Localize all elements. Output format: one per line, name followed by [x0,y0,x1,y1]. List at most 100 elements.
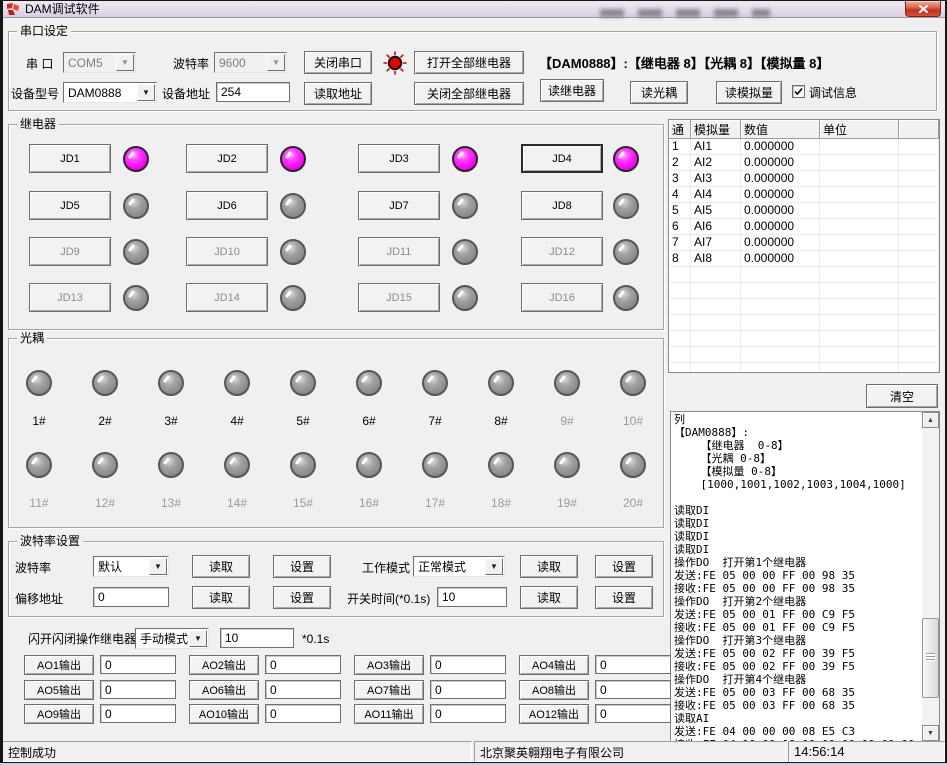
baudrate-select[interactable]: 默认 ▼ [93,556,169,577]
relay-button-jd9[interactable]: JD9 [29,237,111,266]
read-opto-button[interactable]: 读光耦 [630,81,688,104]
ao-output-field-3[interactable]: 0 [430,655,506,674]
table-row[interactable]: 2AI20.000000 [669,155,939,171]
relay-button-jd3[interactable]: JD3 [358,144,440,173]
table-cell [741,267,820,283]
ao-output-field-6[interactable]: 0 [265,680,341,699]
scroll-up-icon[interactable]: ▲ [922,412,939,428]
device-summary: 【DAM0888】:【继电器 8】【光耦 8】【模拟量 8】 [539,57,829,71]
scrollbar-thumb[interactable] [922,618,939,698]
chevron-down-icon: ▼ [267,54,285,71]
scroll-down-icon[interactable]: ▼ [922,725,939,741]
switch-time-label: 开关时间(*0.1s) [347,592,430,606]
table-row[interactable]: 6AI60.000000 [669,219,939,235]
table-row[interactable]: 3AI30.000000 [669,171,939,187]
open-all-relays-button[interactable]: 打开全部继电器 [414,51,524,74]
ao-output-field-10[interactable]: 0 [265,704,341,723]
workmode-read-button[interactable]: 读取 [520,555,578,578]
ao-output-button-9[interactable]: AO9输出 [24,704,94,724]
relay-button-jd13[interactable]: JD13 [29,283,111,312]
table-cell [669,283,691,299]
ao-output-button-12[interactable]: AO12输出 [519,704,589,724]
baudrate-read-button[interactable]: 读取 [192,555,250,578]
ao-output-field-2[interactable]: 0 [265,655,341,674]
table-row[interactable]: 7AI70.000000 [669,235,939,251]
flash-time-field[interactable]: 10 [220,628,294,648]
device-addr-field[interactable]: 254 [216,82,290,102]
relay-button-jd12[interactable]: JD12 [521,237,603,266]
offset-set-button[interactable]: 设置 [273,586,331,609]
ao-output-field-12[interactable]: 0 [595,704,671,723]
table-row[interactable]: 4AI40.000000 [669,187,939,203]
relay-button-jd11[interactable]: JD11 [358,237,440,266]
relay-button-jd7[interactable]: JD7 [358,191,440,220]
relay-button-jd5[interactable]: JD5 [29,191,111,220]
ao-output-button-2[interactable]: AO2输出 [189,655,259,675]
table-row[interactable]: 5AI50.000000 [669,203,939,219]
offset-addr-field[interactable]: 0 [93,587,169,607]
flash-mode-select[interactable]: 手动模式 ▼ [135,628,209,649]
ao-output-button-8[interactable]: AO8输出 [519,680,589,700]
ao-output-field-9[interactable]: 0 [100,704,176,723]
relay-button-jd6[interactable]: JD6 [186,191,268,220]
relay-button-jd16[interactable]: JD16 [521,283,603,312]
switch-time-read-button[interactable]: 读取 [520,586,578,609]
opto-indicator-14 [224,452,250,478]
table-cell [669,299,691,315]
ao-output-button-3[interactable]: AO3输出 [354,655,424,675]
relay-button-jd4[interactable]: JD4 [521,144,603,173]
offset-read-button[interactable]: 读取 [192,586,250,609]
ao-output-field-4[interactable]: 0 [595,655,671,674]
close-button[interactable] [905,1,941,17]
ao-output-field-7[interactable]: 0 [430,680,506,699]
table-cell: AI3 [691,171,741,187]
baud-select[interactable]: 9600 ▼ [214,52,287,73]
relay-indicator-jd16 [613,285,639,311]
relay-indicator-jd3 [452,146,478,172]
read-analog-button[interactable]: 读模拟量 [716,81,782,104]
analog-column-header[interactable]: 通 [669,120,691,139]
clear-log-button[interactable]: 清空 [866,384,938,408]
ao-output-button-10[interactable]: AO10输出 [189,704,259,724]
relay-button-jd2[interactable]: JD2 [186,144,268,173]
log-scrollbar[interactable]: ▲ ▼ [922,412,939,741]
relay-button-jd15[interactable]: JD15 [358,283,440,312]
model-select[interactable]: DAM0888 ▼ [63,82,157,103]
ao-output-button-6[interactable]: AO6输出 [189,680,259,700]
opto-indicator-12 [92,452,118,478]
ao-output-button-5[interactable]: AO5输出 [24,680,94,700]
read-relay-button[interactable]: 读继电器 [540,79,604,102]
ao-output-field-1[interactable]: 0 [100,655,176,674]
opto-label-17: 17# [415,496,455,510]
relay-button-jd8[interactable]: JD8 [521,191,603,220]
opto-indicator-16 [356,452,382,478]
analog-column-header[interactable]: 模拟量 [691,120,741,139]
analog-column-header[interactable] [899,120,939,139]
debug-info-checkbox[interactable] [792,85,805,98]
baudrate-set-button[interactable]: 设置 [273,555,331,578]
ao-output-button-4[interactable]: AO4输出 [519,655,589,675]
relay-button-jd10[interactable]: JD10 [186,237,268,266]
ao-output-field-5[interactable]: 0 [100,680,176,699]
port-select[interactable]: COM5 ▼ [63,52,136,73]
ao-output-field-8[interactable]: 0 [595,680,671,699]
table-row-empty [669,347,939,363]
table-row[interactable]: 8AI80.000000 [669,251,939,267]
relay-button-jd1[interactable]: JD1 [29,144,111,173]
workmode-set-button[interactable]: 设置 [595,555,653,578]
ao-output-button-1[interactable]: AO1输出 [24,655,94,675]
ao-output-button-11[interactable]: AO11输出 [354,704,424,724]
analog-column-header[interactable]: 数值 [741,120,820,139]
close-serial-button[interactable]: 关闭串口 [304,51,372,74]
opto-label-10: 10# [613,414,653,428]
close-all-relays-button[interactable]: 关闭全部继电器 [414,82,524,105]
read-addr-button[interactable]: 读取地址 [304,82,372,105]
ao-output-button-7[interactable]: AO7输出 [354,680,424,700]
switch-time-field[interactable]: 10 [437,587,507,607]
relay-button-jd14[interactable]: JD14 [186,283,268,312]
table-row[interactable]: 1AI10.000000 [669,139,939,155]
ao-output-field-11[interactable]: 0 [430,704,506,723]
switch-time-set-button[interactable]: 设置 [595,586,653,609]
analog-column-header[interactable]: 单位 [820,120,899,139]
workmode-select[interactable]: 正常模式 ▼ [413,556,505,577]
